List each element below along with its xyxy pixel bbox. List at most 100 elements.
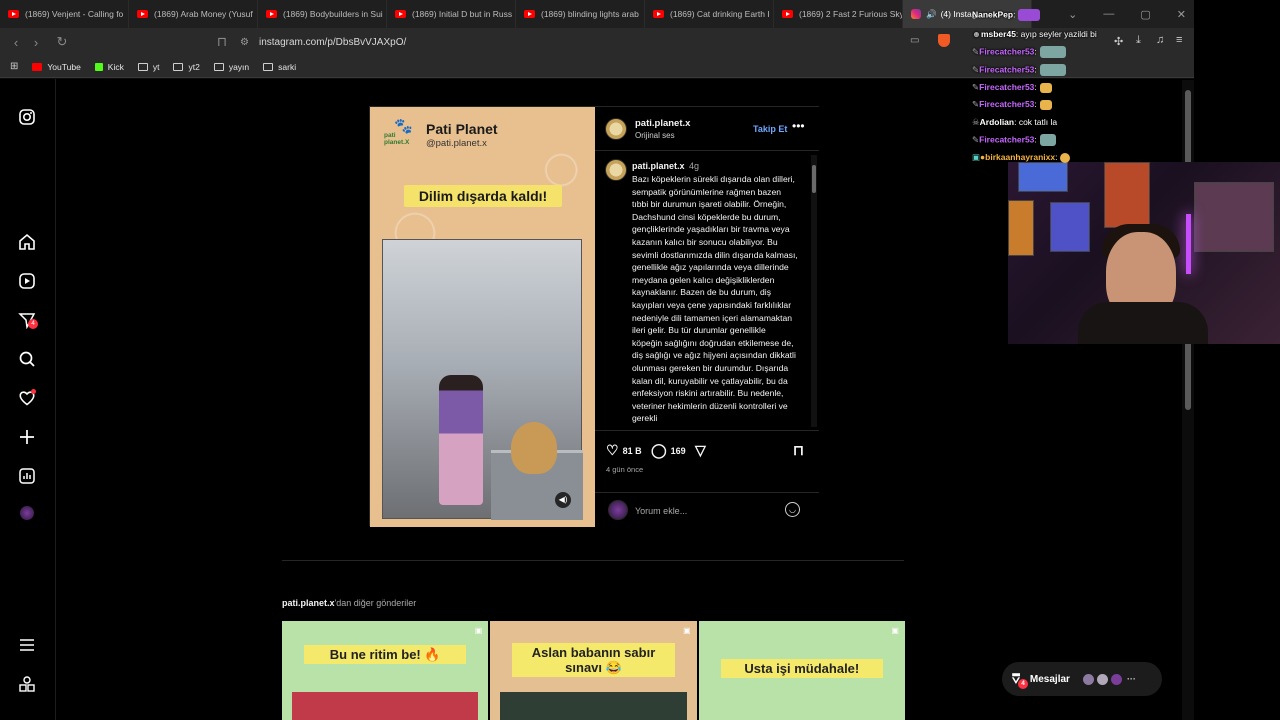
emote-icon (1039, 46, 1066, 58)
youtube-icon (32, 62, 43, 71)
chat-message: ▣●birkaanhayranixx: (972, 152, 1071, 163)
more-options-icon[interactable]: ••• (792, 119, 805, 133)
caption-scrollbar[interactable] (811, 155, 817, 427)
bookmark-folder-yt[interactable]: yt (137, 62, 159, 72)
bookmark-folder-yayin[interactable]: yayın (213, 62, 249, 72)
tab-youtube-3[interactable]: (1869) Bodybuilders in Sui (258, 0, 387, 28)
post-thumbnail[interactable]: Usta işi müdahale! ▣ (698, 621, 905, 720)
home-icon[interactable] (18, 233, 36, 251)
reel-icon: ▣ (683, 626, 691, 635)
post-thumbnail[interactable]: Bu ne ritim be! 🔥 ▣ (282, 621, 489, 720)
caption-text: Bazı köpeklerin sürekli dışarıda olan di… (632, 174, 798, 424)
tab-youtube-1[interactable]: (1869) Venjent - Calling fo (0, 0, 129, 28)
emote-icon (1039, 134, 1056, 146)
speaker-icon[interactable]: 🔊 (926, 9, 937, 20)
media-headline: Dilim dışarda kaldı! (404, 185, 562, 207)
pati-planet-logo: 🐾 pati planet.X (384, 118, 413, 146)
post-sidebar: pati.planet.x Orijinal ses Takip Et ••• … (595, 107, 819, 527)
youtube-icon (266, 10, 277, 18)
like-button[interactable]: ♡ 81 B (606, 442, 642, 459)
back-icon[interactable]: ‹ (6, 35, 26, 50)
dashboard-icon[interactable] (18, 467, 36, 485)
dog-figure (511, 422, 557, 474)
create-icon[interactable] (18, 428, 36, 446)
tab-youtube-6[interactable]: (1869) Cat drinking Earth I (645, 0, 774, 28)
audio-label[interactable]: Orijinal ses (635, 131, 675, 140)
wall-poster (1194, 182, 1274, 252)
save-button[interactable]: ⊓ (793, 442, 808, 459)
bookmark-page-icon[interactable]: ⊓ (212, 34, 232, 50)
bookmark-folder-yt2[interactable]: yt2 (173, 62, 200, 72)
bookmark-folder-sarki[interactable]: sarki (263, 62, 296, 72)
reel-icon: ▣ (891, 626, 899, 635)
scrollbar-thumb[interactable] (812, 165, 816, 193)
tab-youtube-5[interactable]: (1869) blinding lights arab (516, 0, 645, 28)
instagram-logo-icon[interactable] (18, 108, 36, 126)
comment-input[interactable]: Yorum ekle... (635, 506, 687, 516)
wall-poster (1104, 162, 1150, 228)
reload-icon[interactable]: ↻ (52, 34, 72, 50)
thumbnail-headline: Bu ne ritim be! 🔥 (304, 645, 467, 664)
thumbnail-image (500, 692, 687, 720)
post-username[interactable]: pati.planet.x (635, 118, 690, 129)
share-button[interactable]: ▽ (695, 442, 710, 459)
chat-message: ☠Ardolian: cok tatlı la (972, 117, 1058, 127)
chat-message: NanekPep: (972, 9, 1041, 21)
avatar[interactable] (605, 118, 627, 140)
comment-button[interactable]: ◯ 169 (651, 442, 686, 459)
wall-poster (1018, 162, 1068, 192)
search-icon[interactable] (18, 350, 36, 368)
messages-button[interactable]: ⩢ 4 Mesajlar ··· (1002, 662, 1162, 696)
emote-icon (1039, 64, 1066, 76)
chat-message: ✎Firecatcher53: (972, 134, 1056, 146)
brave-shield-icon[interactable] (938, 34, 950, 47)
posted-time: 4 gün önce (606, 465, 644, 474)
cast-icon[interactable]: ▭ (910, 35, 919, 46)
url-field[interactable]: ⚙ instagram.com/p/DbsBvVJAXpO/ (240, 32, 960, 52)
avatar (608, 500, 628, 520)
direct-icon: ⩢ 4 (1012, 671, 1028, 689)
mute-icon[interactable]: ◀) (555, 492, 571, 508)
caption-area: pati.planet.x 4g Bazı köpeklerin sürekli… (595, 151, 819, 431)
share-icon: ▽ (695, 442, 706, 458)
notification-dot (31, 389, 36, 394)
user-badge-icon: ▣ (972, 152, 981, 162)
chat-message: ✎Firecatcher53: (972, 64, 1066, 76)
bookmark-icon: ⊓ (793, 442, 804, 458)
tab-youtube-2[interactable]: (1869) Arab Money (Yusuf (129, 0, 258, 28)
bookmark-youtube[interactable]: YouTube (32, 62, 81, 72)
messages-badge: 4 (1018, 679, 1028, 689)
avatar (1081, 672, 1095, 686)
youtube-icon (524, 10, 535, 18)
video-frame[interactable]: ◀) (382, 239, 583, 520)
chat-message: ☻msber45: ayıp seyler yazildi bi (972, 29, 1097, 39)
forward-icon[interactable]: › (26, 35, 46, 50)
post-media[interactable]: 🐾 pati planet.X Pati Planet @pati.planet… (370, 107, 595, 527)
chat-overlay: NanekPep: ☻msber45: ayıp seyler yazildi … (968, 0, 1194, 165)
bookmark-kick[interactable]: Kick (94, 62, 124, 72)
notifications-icon[interactable] (18, 389, 36, 407)
caption-time: 4g (689, 161, 700, 171)
reels-icon[interactable] (18, 272, 36, 290)
direct-icon[interactable]: 4 (18, 311, 38, 330)
menu-icon[interactable] (18, 636, 36, 654)
user-badge-icon: ☠ (972, 117, 980, 127)
site-info-icon[interactable]: ⚙ (240, 37, 249, 48)
avatar[interactable] (605, 159, 627, 181)
reel-icon: ▣ (474, 626, 483, 635)
post-thumbnail[interactable]: Aslan babanın sabır sınavı 😂 ▣ (490, 621, 697, 720)
profile-icon[interactable] (18, 506, 36, 524)
comment-box[interactable]: Yorum ekle... ◡ (595, 492, 819, 527)
tab-youtube-4[interactable]: (1869) Initial D but in Russ (387, 0, 516, 28)
avatar (1109, 672, 1123, 686)
youtube-icon (137, 10, 148, 18)
emoji-icon[interactable]: ◡ (785, 502, 800, 517)
follow-button[interactable]: Takip Et (753, 124, 787, 134)
tab-youtube-7[interactable]: (1869) 2 Fast 2 Furious Sky (774, 0, 903, 28)
youtube-icon (395, 10, 406, 18)
apps-icon[interactable]: ⊞ (10, 61, 18, 72)
threads-icon[interactable] (18, 675, 36, 693)
thumbnail-image (292, 692, 479, 720)
caption-username[interactable]: pati.planet.x (632, 161, 685, 171)
folder-icon (173, 62, 184, 71)
